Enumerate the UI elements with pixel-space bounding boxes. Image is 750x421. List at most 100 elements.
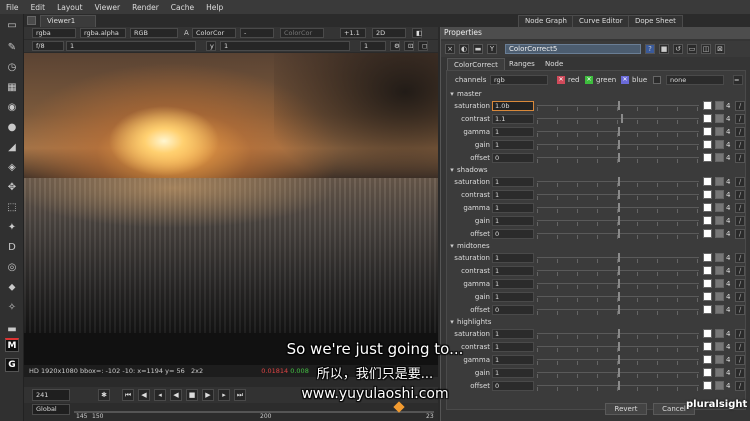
color-wheel-swatch[interactable]	[715, 266, 724, 275]
color-picker-swatch[interactable]	[703, 101, 712, 110]
menu-viewer[interactable]: Viewer	[89, 3, 127, 12]
tab-node-graph[interactable]: Node Graph	[518, 15, 574, 27]
collapse-icon[interactable]: ▬	[473, 44, 483, 54]
mask-options-icon[interactable]: =	[733, 75, 743, 85]
timeline[interactable]: Global 145 150 200 23	[24, 401, 438, 421]
green-check-icon[interactable]: ✕	[585, 76, 593, 84]
time-icon[interactable]: ◷	[5, 60, 19, 74]
menu-cache[interactable]: Cache	[165, 3, 200, 12]
section-shadows[interactable]: ▾ shadows	[447, 165, 747, 176]
menu-file[interactable]: File	[0, 3, 25, 12]
max-icon[interactable]: ⊠	[715, 44, 725, 54]
channel-split-count[interactable]: 4	[726, 252, 730, 264]
3d-icon[interactable]: ⬚	[5, 200, 19, 214]
transform-icon[interactable]: ✥	[5, 180, 19, 194]
knob-slider[interactable]	[537, 266, 699, 275]
knob-slider[interactable]	[537, 305, 699, 314]
filter-icon[interactable]: ●	[5, 120, 19, 134]
b-input-select[interactable]: ColorCor	[280, 28, 324, 38]
channel-split-count[interactable]: 4	[726, 152, 730, 164]
animation-curve-icon[interactable]: ∕	[735, 101, 745, 111]
knob-value-field[interactable]: 1	[492, 279, 534, 289]
animation-curve-icon[interactable]: ∕	[735, 305, 745, 315]
channel-split-count[interactable]: 4	[726, 202, 730, 214]
animation-curve-icon[interactable]: ∕	[735, 114, 745, 124]
channels-select[interactable]: rgba	[32, 28, 76, 38]
knob-value-field[interactable]: 1	[492, 140, 534, 150]
color-wheel-swatch[interactable]	[715, 229, 724, 238]
fstop-field[interactable]: f/8	[32, 41, 64, 51]
color-wheel-swatch[interactable]	[715, 190, 724, 199]
channels-value-select[interactable]: rgb	[490, 75, 548, 85]
merge-icon[interactable]: ◈	[5, 160, 19, 174]
collapse-triangle-icon[interactable]: ▾	[447, 165, 457, 176]
animation-curve-icon[interactable]: ∕	[735, 292, 745, 302]
float-icon[interactable]: ◐	[459, 44, 469, 54]
revert-icon[interactable]: ↺	[673, 44, 683, 54]
animation-curve-icon[interactable]: ∕	[735, 229, 745, 239]
other-icon[interactable]: ✧	[5, 300, 19, 314]
gamma-field[interactable]: 1	[220, 41, 350, 51]
color-picker-swatch[interactable]	[703, 229, 712, 238]
knob-value-field[interactable]: 1	[492, 177, 534, 187]
menu-edit[interactable]: Edit	[25, 3, 52, 12]
camera-icon[interactable]: ◧	[412, 28, 422, 38]
section-midtones[interactable]: ▾ midtones	[447, 241, 747, 252]
knob-value-field[interactable]: 1	[492, 266, 534, 276]
color-wheel-swatch[interactable]	[715, 101, 724, 110]
channel-split-count[interactable]: 4	[726, 228, 730, 240]
color-wheel-swatch[interactable]	[715, 153, 724, 162]
animation-curve-icon[interactable]: ∕	[735, 216, 745, 226]
color-picker-swatch[interactable]	[703, 305, 712, 314]
animation-curve-icon[interactable]: ∕	[735, 127, 745, 137]
range-mode-select[interactable]: Global	[32, 404, 70, 415]
viewer-canvas[interactable]	[24, 53, 438, 333]
knob-value-field[interactable]: 1.0b	[492, 101, 534, 111]
alpha-select[interactable]: rgba.alpha	[80, 28, 126, 38]
keyer-icon[interactable]: ◢	[5, 140, 19, 154]
knob-value-field[interactable]: 0	[492, 305, 534, 315]
channel-icon[interactable]: ▦	[5, 80, 19, 94]
animation-curve-icon[interactable]: ∕	[735, 153, 745, 163]
knob-slider[interactable]	[537, 229, 699, 238]
view-mode-select[interactable]: 2D	[372, 28, 406, 38]
color-picker-swatch[interactable]	[703, 329, 712, 338]
deep-icon[interactable]: D	[5, 240, 19, 254]
composite-select[interactable]: -	[240, 28, 274, 38]
animation-curve-icon[interactable]: ∕	[735, 140, 745, 150]
restore-icon[interactable]: ◫	[701, 44, 711, 54]
knob-slider[interactable]	[537, 114, 699, 123]
menu-layout[interactable]: Layout	[51, 3, 89, 12]
collapse-triangle-icon[interactable]: ▾	[447, 317, 457, 328]
color-picker-swatch[interactable]	[703, 203, 712, 212]
lock-icon[interactable]: ⊡	[404, 41, 414, 51]
furnace-icon[interactable]: ▬	[5, 322, 19, 336]
color-wheel-swatch[interactable]	[715, 279, 724, 288]
tab-ranges[interactable]: Ranges	[503, 58, 541, 70]
color-picker-swatch[interactable]	[703, 153, 712, 162]
node-name-field[interactable]: ColorCorrect5	[505, 44, 641, 54]
close-icon[interactable]: ×	[445, 44, 455, 54]
knob-value-field[interactable]: 1	[492, 292, 534, 302]
settings-icon[interactable]: ⚙	[390, 41, 400, 51]
color-wheel-swatch[interactable]	[715, 329, 724, 338]
tab-viewer1[interactable]: Viewer1	[40, 15, 96, 27]
node-pick-icon[interactable]: Y	[487, 44, 497, 54]
color-picker-swatch[interactable]	[703, 140, 712, 149]
image-icon[interactable]: ▭	[5, 18, 19, 32]
tab-node[interactable]: Node	[539, 58, 569, 70]
menu-help[interactable]: Help	[200, 3, 229, 12]
knob-value-field[interactable]: 1	[492, 216, 534, 226]
color-picker-swatch[interactable]	[703, 292, 712, 301]
color-picker-swatch[interactable]	[703, 216, 712, 225]
knob-slider[interactable]	[537, 279, 699, 288]
knob-slider[interactable]	[537, 101, 699, 110]
display-select[interactable]: RGB	[130, 28, 178, 38]
collapse-triangle-icon[interactable]: ▾	[447, 241, 457, 252]
knob-value-field[interactable]: 1	[492, 253, 534, 263]
channel-split-count[interactable]: 4	[726, 113, 730, 125]
knob-slider[interactable]	[537, 203, 699, 212]
views-icon[interactable]: ✦	[5, 220, 19, 234]
knob-slider[interactable]	[537, 190, 699, 199]
color-wheel-swatch[interactable]	[715, 253, 724, 262]
